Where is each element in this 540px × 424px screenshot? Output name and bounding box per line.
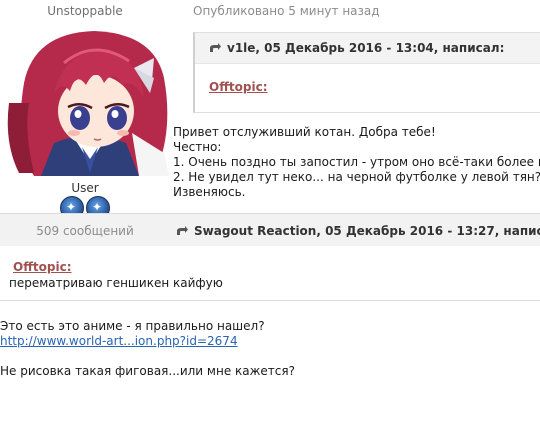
reply-arrow-icon — [177, 226, 188, 235]
quote-header: v1le, 05 Декабрь 2016 - 13:04, написал: — [195, 33, 540, 64]
quote-block-1: v1le, 05 Декабрь 2016 - 13:04, написал: … — [193, 32, 540, 113]
user-group: User — [71, 181, 99, 195]
post-body: Привет отслуживший котан. Добра тебе! Че… — [173, 125, 540, 200]
quote-author-text: Swagout Reaction, 05 Декабрь 2016 - 13:2… — [194, 224, 540, 238]
reply-line: Не рисовка такая фиговая...или мне кажет… — [0, 364, 295, 378]
avatar[interactable] — [4, 23, 176, 176]
external-link[interactable]: http://www.world-art...ion.php?id=2674 — [0, 334, 238, 348]
spoiler-link[interactable]: Offtopic: — [13, 260, 72, 274]
body-line: 2. Не увидел тут неко... на черной футбо… — [173, 170, 540, 184]
body-line: Честно: — [173, 140, 222, 154]
quote-block-2 — [0, 246, 540, 301]
spoiler-link[interactable]: Offtopic: — [209, 80, 268, 94]
body-line: Привет отслуживший котан. Добра тебе! — [173, 125, 436, 139]
reply-line: Это есть это аниме - я правильно нашел? — [0, 319, 265, 333]
post-date: Опубликовано 5 минут назад — [193, 4, 380, 18]
quote-author-2: Swagout Reaction, 05 Декабрь 2016 - 13:2… — [176, 224, 540, 238]
quote-author: v1le, 05 Декабрь 2016 - 13:04, написал: — [227, 41, 505, 55]
quote-text: перематриваю геншикен кайфую — [9, 276, 223, 290]
body-line: 1. Очень поздно ты запостил - утром оно … — [173, 155, 540, 169]
divider — [0, 213, 540, 214]
post-count: 509 сообщений — [36, 224, 134, 238]
reply-body: Это есть это аниме - я правильно нашел? … — [0, 319, 295, 379]
body-line: Извеняюсь. — [173, 185, 246, 199]
reply-arrow-icon — [210, 43, 221, 52]
user-title: Unstoppable — [47, 4, 123, 18]
